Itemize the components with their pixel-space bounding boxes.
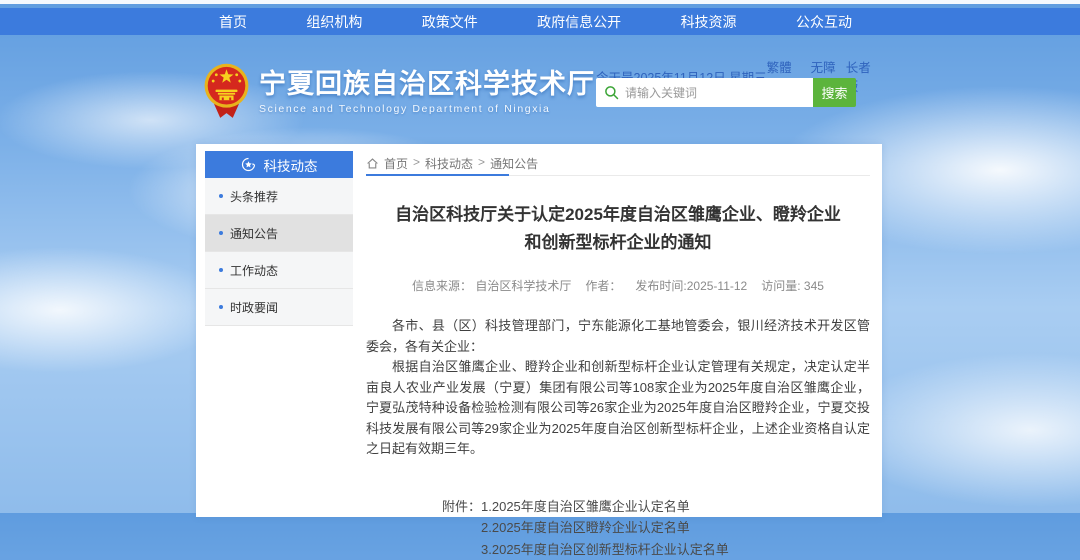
breadcrumb-item[interactable]: 首页 [384,155,408,172]
attachments-label: 附件： [442,496,481,560]
search-button[interactable]: 搜索 [813,78,856,107]
sidebar-item-通知公告[interactable]: 通知公告 [205,215,353,252]
star-circle-icon [241,157,256,172]
article-title: 自治区科技厅关于认定2025年度自治区雏鹰企业、瞪羚企业 和创新型标杆企业的通知 [366,201,870,257]
sidebar-item-头条推荐[interactable]: 头条推荐 [205,178,353,215]
site-subtitle: Science and Technology Department of Nin… [259,103,595,115]
bullet-dot-icon [219,268,223,272]
breadcrumb-active-underline [366,174,509,176]
search-icon [604,85,619,100]
site-title: 宁夏回族自治区科学技术厅 [259,69,595,99]
nav-item[interactable]: 政策文件 [416,12,484,32]
article-paragraph: 各市、县（区）科技管理部门，宁东能源化工基地管委会，银川经济技术开发区管委会，各… [366,316,870,357]
article-body: 各市、县（区）科技管理部门，宁东能源化工基地管委会，银川经济技术开发区管委会，各… [366,316,870,460]
nav-item[interactable]: 政府信息公开 [531,12,627,32]
header-banner: 宁夏回族自治区科学技术厅 Science and Technology Depa… [0,35,1080,144]
breadcrumb-item[interactable]: 科技动态 [425,155,473,172]
bullet-dot-icon [219,305,223,309]
sidebar-header: 科技动态 [205,151,353,178]
sidebar-item-label: 通知公告 [230,225,278,242]
meta-publish-time: 发布时间:2025-11-12 [635,277,747,294]
bullet-dot-icon [219,194,223,198]
attachment-item[interactable]: 2.2025年度自治区瞪羚企业认定名单 [481,517,729,539]
article-meta: 信息来源： 自治区科学技术厅 作者： 发布时间:2025-11-12 访问量: … [366,277,870,294]
attachments-section: 附件： 1.2025年度自治区雏鹰企业认定名单2.2025年度自治区瞪羚企业认定… [442,496,870,560]
bullet-dot-icon [219,231,223,235]
breadcrumb-items: 首页 > 科技动态 > 通知公告 [384,155,538,172]
national-emblem-logo [203,63,250,121]
nav-item[interactable]: 科技资源 [675,12,743,32]
nav-item[interactable]: 首页 [213,12,253,32]
nav-items: 首页 组织机构 政策文件 政府信息公开 科技资源 公众互动 [213,8,858,35]
search-input[interactable] [625,86,800,100]
sidebar: 科技动态 头条推荐通知公告工作动态时政要闻 [205,151,353,326]
meta-source: 信息来源： 自治区科学技术厅 [412,277,571,294]
breadcrumb-separator: > [413,155,420,172]
breadcrumb-separator: > [478,155,485,172]
sidebar-item-label: 工作动态 [230,262,278,279]
breadcrumb-item[interactable]: 通知公告 [490,155,538,172]
sidebar-title: 科技动态 [264,155,318,175]
sidebar-item-工作动态[interactable]: 工作动态 [205,252,353,289]
home-icon [366,157,379,170]
attachment-item[interactable]: 3.2025年度自治区创新型标杆企业认定名单 [481,539,729,560]
sidebar-item-label: 时政要闻 [230,299,278,316]
meta-author: 作者： [585,277,621,294]
nav-item[interactable]: 组织机构 [300,12,368,32]
sidebar-item-label: 头条推荐 [230,188,278,205]
sidebar-menu: 头条推荐通知公告工作动态时政要闻 [205,178,353,326]
main-content-panel: 科技动态 头条推荐通知公告工作动态时政要闻 首页>科技动态>通知公告 自治区科技… [196,144,882,517]
meta-visits: 访问量: 345 [761,277,824,294]
article: 首页 > 科技动态 > 通知公告 自治区科技厅关于认定2025年度自治区雏鹰企业、瞪羚企… [366,151,870,560]
breadcrumb: 首页 > 科技动态 > 通知公告 [366,151,870,176]
top-navigation: 首页 组织机构 政策文件 政府信息公开 科技资源 公众互动 [0,8,1080,35]
attachment-list: 1.2025年度自治区雏鹰企业认定名单2.2025年度自治区瞪羚企业认定名单3.… [481,496,729,560]
site-brand[interactable]: 宁夏回族自治区科学技术厅 Science and Technology Depa… [203,63,595,121]
nav-item[interactable]: 公众互动 [790,12,858,32]
sidebar-item-时政要闻[interactable]: 时政要闻 [205,289,353,326]
attachment-item[interactable]: 1.2025年度自治区雏鹰企业认定名单 [481,496,729,518]
article-paragraph: 根据自治区雏鹰企业、瞪羚企业和创新型标杆企业认定管理有关规定，决定认定半亩良人农… [366,357,870,460]
search-box [596,78,813,107]
